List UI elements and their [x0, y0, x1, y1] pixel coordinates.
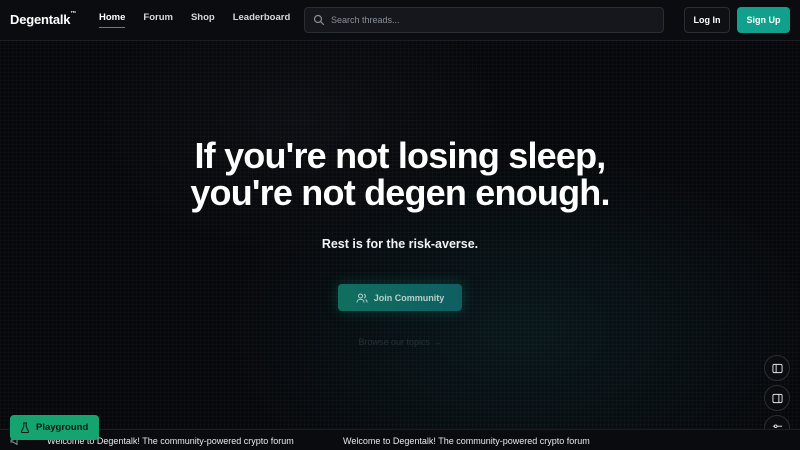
playground-label: Playground	[36, 422, 89, 433]
nav-shop[interactable]: Shop	[191, 12, 215, 23]
join-community-button[interactable]: Join Community	[338, 284, 462, 311]
top-navbar: Degentalk™ Home Forum Shop Leaderboard L…	[0, 0, 800, 41]
search-bar[interactable]	[304, 7, 664, 33]
ticker-message: Welcome to Degentalk! The community-powe…	[343, 436, 590, 446]
sidebar-right-icon	[771, 393, 783, 403]
hero-headline: If you're not losing sleep, you're not d…	[0, 137, 800, 211]
login-button[interactable]: Log In	[684, 7, 730, 33]
search-icon	[313, 14, 325, 26]
browse-topics-link[interactable]: Browse our topics →	[0, 337, 800, 347]
announcement-ticker: Welcome to Degentalk! The community-powe…	[0, 429, 800, 450]
main-nav: Home Forum Shop Leaderboard	[99, 12, 308, 28]
nav-leaderboard[interactable]: Leaderboard	[233, 12, 291, 23]
flask-icon	[20, 422, 30, 433]
logo-text: Degentalk	[10, 12, 71, 27]
background-grid	[0, 0, 800, 450]
hero-headline-line-2: you're not degen enough.	[190, 172, 610, 213]
toggle-left-sidebar-button[interactable]	[764, 355, 790, 381]
search-input[interactable]	[331, 15, 651, 25]
hero-subtitle: Rest is for the risk-averse.	[321, 237, 479, 251]
site-logo[interactable]: Degentalk™	[10, 11, 77, 27]
sidebar-left-icon	[771, 363, 783, 373]
hero-headline-line-1: If you're not losing sleep,	[194, 135, 606, 176]
toggle-right-sidebar-button[interactable]	[764, 385, 790, 411]
signup-button[interactable]: Sign Up	[737, 7, 790, 33]
playground-button[interactable]: Playground	[10, 415, 99, 440]
nav-forum[interactable]: Forum	[143, 12, 173, 23]
logo-trademark: ™	[70, 11, 77, 17]
users-icon	[356, 293, 368, 303]
nav-home[interactable]: Home	[99, 12, 126, 28]
join-community-label: Join Community	[373, 292, 445, 303]
